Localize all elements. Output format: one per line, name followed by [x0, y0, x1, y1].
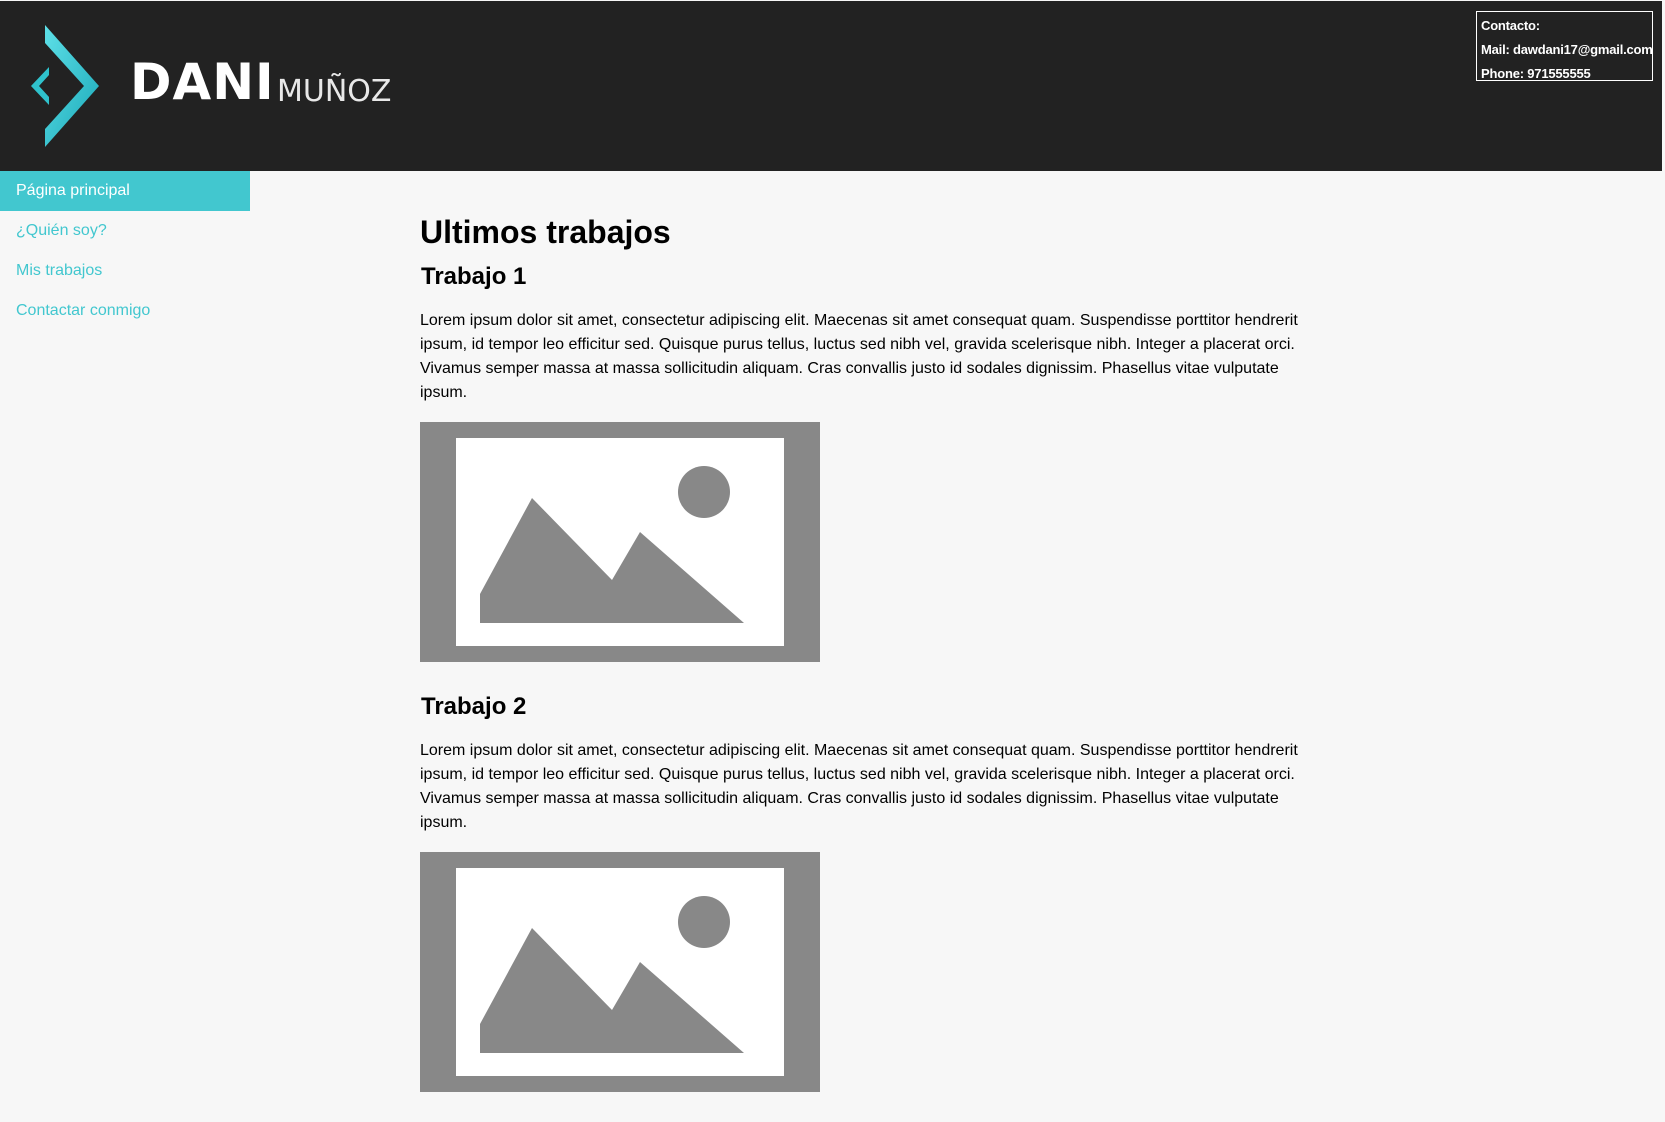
work-description: Lorem ipsum dolor sit amet, consectetur …: [420, 312, 1298, 401]
sidebar-nav: Página principal ¿Quién soy? Mis trabajo…: [0, 171, 250, 331]
nav-item-pagina-principal[interactable]: Página principal: [0, 171, 250, 211]
logo-surname: MUÑOZ: [277, 74, 392, 109]
nav-item-mis-trabajos[interactable]: Mis trabajos: [0, 251, 250, 291]
work-title: Trabajo 1: [421, 263, 527, 290]
logo-chevron-icon[interactable]: [27, 25, 99, 147]
contact-title: Contacto:: [1481, 18, 1540, 33]
contact-phone: Phone: 971555555: [1481, 66, 1591, 81]
image-placeholder-icon: [420, 422, 820, 662]
logo-name: DANI: [130, 53, 275, 111]
contact-box: Contacto: Mail: dawdani17@gmail.com Phon…: [1476, 11, 1653, 81]
image-placeholder-icon: [420, 852, 820, 1092]
work-title: Trabajo 2: [421, 693, 527, 720]
main-content: Ultimos trabajos Trabajo 1 Lorem ipsum d…: [420, 212, 1310, 1122]
site-header: DANI MUÑOZ Contacto: Mail: dawdani17@gma…: [0, 1, 1662, 171]
contact-mail: Mail: dawdani17@gmail.com: [1481, 42, 1653, 57]
nav-item-quien-soy[interactable]: ¿Quién soy?: [0, 211, 250, 251]
page-title: Ultimos trabajos: [420, 214, 671, 250]
work-description: Lorem ipsum dolor sit amet, consectetur …: [420, 742, 1298, 831]
work-item: Trabajo 2 Lorem ipsum dolor sit amet, co…: [420, 692, 1310, 1092]
nav-item-contactar[interactable]: Contactar conmigo: [0, 291, 250, 331]
work-item: Trabajo 1 Lorem ipsum dolor sit amet, co…: [420, 262, 1310, 662]
